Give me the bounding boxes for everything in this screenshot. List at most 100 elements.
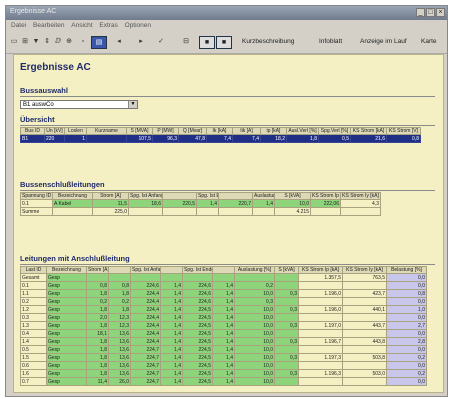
list-icon[interactable]: ■	[199, 36, 215, 49]
column-header[interactable]: Auslastung [%]	[252, 192, 275, 200]
print-icon[interactable]: ▼	[31, 36, 41, 47]
paste-icon[interactable]: ⊕	[64, 36, 74, 47]
column-header[interactable]: KS Strom Ip [kA]	[310, 192, 341, 200]
minimize-icon[interactable]: _	[416, 8, 425, 17]
column-header[interactable]: Strom [A]	[92, 192, 129, 200]
column-header[interactable]: S [MVA]	[126, 127, 153, 135]
table-row[interactable]: Summe 225,0 4.215	[20, 207, 381, 216]
column-header[interactable]	[218, 192, 253, 200]
table-row[interactable]: 0.4 Gesp 18,1 13,6 224,4 1,4 224,5 1,4 10,0 0,0	[20, 329, 427, 338]
menu-optionen[interactable]: Optionen	[125, 22, 151, 29]
column-header[interactable]: KS Strom Iy [kA]	[342, 266, 387, 274]
table-row[interactable]: 1.6 Gesp 1,8 13,6 224,7 1,4 224,5 1,4 10,0 0,3 1.1…	[20, 369, 427, 378]
uebersicht-row-selected[interactable]: B1 220 1 107,5 96,3 47,8 7,4 7,4 18,2 1,8 0,5 21,6 0…	[20, 134, 421, 143]
bus-select[interactable]: B1 auswCo ▼	[20, 100, 138, 109]
column-header[interactable]: Un [kV]	[44, 127, 65, 135]
table-cell	[342, 329, 387, 338]
column-header[interactable]: Iik [A]	[232, 127, 261, 135]
table-cell: 1,4	[160, 377, 183, 386]
column-header[interactable]: KS Strom [V]	[386, 127, 421, 135]
column-header[interactable]: Spannung ID	[20, 192, 53, 200]
column-header[interactable]: ip [kA]	[260, 127, 287, 135]
anzeige-button[interactable]: Anzeige im Lauf	[360, 38, 407, 45]
table-cell: 224,5	[182, 305, 213, 314]
column-header[interactable]: KS Strom Ip [kA]	[298, 266, 343, 274]
column-header[interactable]: Spg. Ist Anfang [kV]	[128, 192, 163, 200]
cut-icon[interactable]: ⇕	[42, 36, 52, 47]
uebersicht-table: Bus ID Un [kV] Loslen Kurzname S [MVA] P [MW]…	[20, 127, 421, 143]
karte-button[interactable]: Karte	[421, 38, 437, 45]
column-header[interactable]: Ausl.Verl [%]	[286, 127, 319, 135]
column-header[interactable]	[162, 192, 197, 200]
column-header[interactable]: Spg. Ist Ende [kV]	[182, 266, 213, 274]
column-header[interactable]: P [MW]	[152, 127, 179, 135]
column-header[interactable]: S [kVA]	[274, 266, 299, 274]
table-cell: 10,0	[234, 337, 275, 346]
chevron-down-icon[interactable]: ▼	[128, 101, 137, 108]
grid-icon[interactable]: ⊟	[181, 36, 191, 47]
table-row[interactable]: 1.4 Gesp 1,8 13,6 224,4 1,4 224,5 1,4 10,0 0,3 1.1…	[20, 337, 427, 346]
table-cell: 1,4	[212, 353, 235, 362]
table-cell: 1.5	[20, 353, 47, 362]
column-header[interactable]: KS Strom [kA]	[350, 127, 387, 135]
table-cell: 7,4	[232, 134, 261, 143]
table-icon[interactable]: ▫	[78, 36, 88, 47]
table-row[interactable]: 1.3 Gesp 1,8 12,3 224,4 1,4 224,5 1,4 10,0 0,3 1.1…	[20, 321, 427, 330]
back-icon[interactable]: ◂	[114, 36, 124, 47]
column-header[interactable]: Bezeichnung	[52, 192, 93, 200]
table-row[interactable]: 0.3 Gesp 2,0 12,3 224,4 1,4 224,5 1,4 10,0 0,0	[20, 313, 427, 322]
table-cell: 1,8	[86, 345, 109, 354]
table-cell: Gesamt	[20, 273, 47, 282]
column-header[interactable]: Loslen	[64, 127, 87, 135]
column-header[interactable]: Bezeichnung	[46, 266, 87, 274]
table-row[interactable]: 0.6 Gesp 1,8 13,6 224,7 1,4 224,5 1,4 10,0 0,0	[20, 361, 427, 370]
table-row[interactable]: 1.2 Gesp 1,8 1,8 224,4 1,4 224,5 1,4 10,0 0,3 1.19…	[20, 305, 427, 314]
column-header[interactable]: KS Strom Iy [kA]	[340, 192, 381, 200]
column-header[interactable]: S [kVA]	[274, 192, 311, 200]
column-header[interactable]: Spg.Verl [%]	[318, 127, 351, 135]
new-icon[interactable]: ▭	[9, 36, 19, 47]
column-header[interactable]: Q [Mvar]	[178, 127, 207, 135]
table-row[interactable]: 0.1 A Kabel 11,5 18,6 220,5 1,4 220,7 1,4 10,0 22…	[20, 199, 381, 208]
zoom-icon[interactable]: ✓	[156, 36, 166, 47]
column-header[interactable]: Strom [A]	[86, 266, 109, 274]
table2-icon[interactable]: ■	[216, 36, 232, 49]
table-row[interactable]: 0.5 Gesp 1,8 13,6 224,7 1,4 224,5 1,4 10,0 0,0	[20, 345, 427, 354]
maximize-icon[interactable]: □	[426, 8, 435, 17]
table-cell: 224,5	[182, 377, 213, 386]
table-cell: Gesp	[46, 337, 87, 346]
chart-icon[interactable]: ▤	[91, 36, 107, 49]
copy-icon[interactable]: ⅅ	[53, 36, 63, 47]
table-row[interactable]: 1.5 Gesp 1,8 13,6 224,7 1,4 224,5 1,4 10,0 0,3 1.1…	[20, 353, 427, 362]
column-header[interactable]	[108, 266, 131, 274]
table-cell: 2,0	[86, 313, 109, 322]
column-header[interactable]: Last ID	[20, 266, 47, 274]
column-header[interactable]	[160, 266, 183, 274]
column-header[interactable]: Spg. Ist Anfang [kV]	[130, 266, 161, 274]
table-row[interactable]: 0.2 Gesp 0,2 0,2 224,4 1,4 224,6 1,4 0,3 0,0	[20, 297, 427, 306]
menu-ansicht[interactable]: Ansicht	[71, 22, 92, 29]
menu-extras[interactable]: Extras	[99, 22, 117, 29]
table-row[interactable]: 0.1 Gesp 0,8 0,8 224,6 1,4 224,6 1,4 0,2 0,0	[20, 281, 427, 290]
table-cell: Gesp	[46, 297, 87, 306]
menu-bearbeiten[interactable]: Bearbeiten	[33, 22, 64, 29]
table-row[interactable]: Gesamt Gesp 1.357,5 763,5 0,0	[20, 273, 427, 282]
results-panel: Ergebnisse AC Bussauswahl B1 auswCo ▼ Üb…	[13, 54, 444, 393]
column-header[interactable]: Spg. Ist Ende [kV]	[196, 192, 219, 200]
table-row[interactable]: 1.1 Gesp 1,8 1,8 224,4 1,4 224,6 1,4 10,0 0,3 1.19…	[20, 289, 427, 298]
column-header[interactable]: Auslastung [%]	[234, 266, 275, 274]
column-header[interactable]: Kurzname	[86, 127, 127, 135]
column-header[interactable]: Ik [kA]	[206, 127, 233, 135]
menu-datei[interactable]: Datei	[11, 22, 26, 29]
column-header[interactable]: Bus ID	[20, 127, 45, 135]
table-cell: 423,7	[342, 289, 387, 298]
column-header[interactable]: Belastung [%]	[386, 266, 427, 274]
close-icon[interactable]: ×	[436, 8, 445, 17]
infoblatt-button[interactable]: Infoblatt	[319, 38, 342, 45]
table-row[interactable]: 0.7 Gesp 11,4 26,0 224,7 1,4 224,5 1,4 10,0 0,0	[20, 377, 427, 386]
open-icon[interactable]: ⊞	[20, 36, 30, 47]
column-header[interactable]	[212, 266, 235, 274]
forward-icon[interactable]: ▸	[136, 36, 146, 47]
table-cell: Gesp	[46, 345, 87, 354]
kurzbeschreibung-button[interactable]: Kurzbeschreibung	[242, 38, 294, 45]
